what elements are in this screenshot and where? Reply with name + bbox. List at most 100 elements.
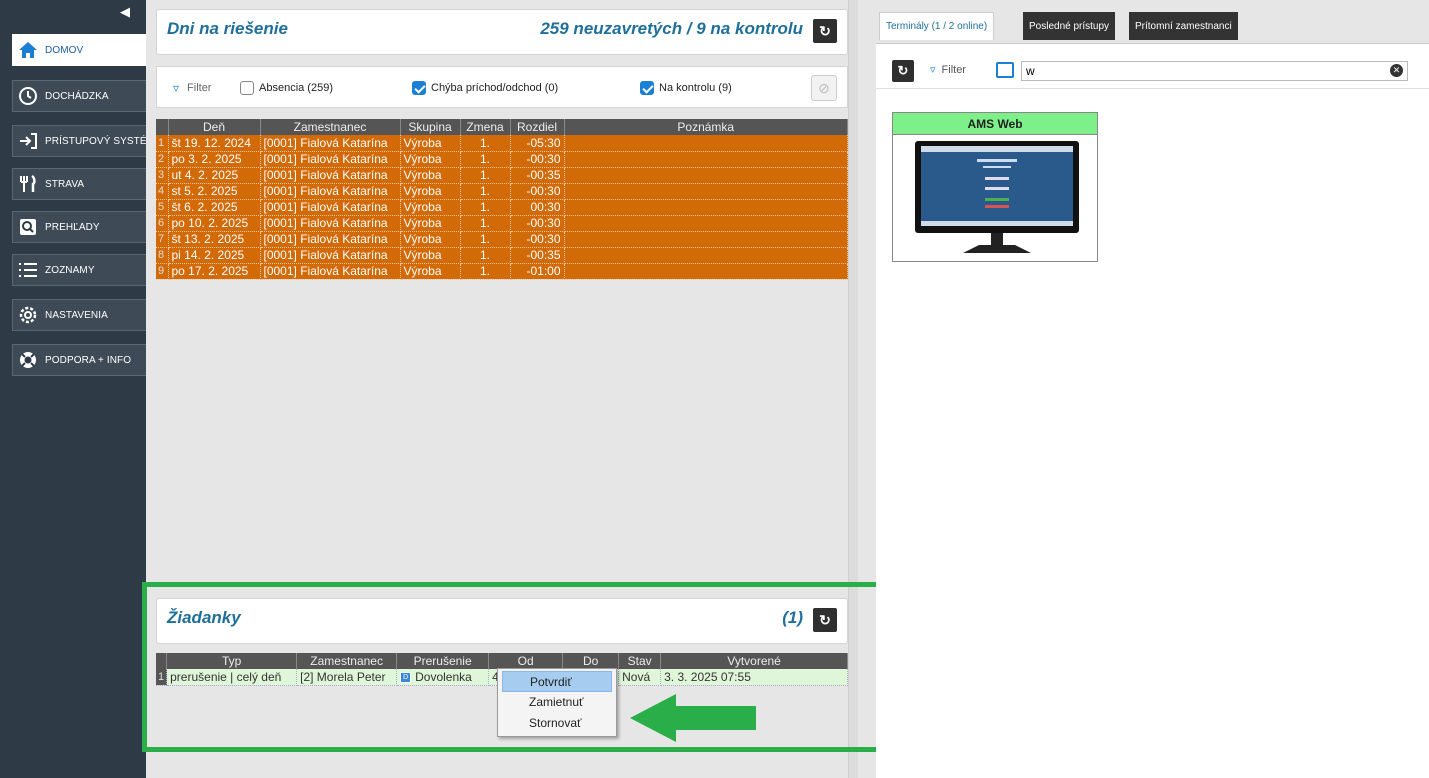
gear-icon bbox=[17, 304, 39, 326]
cell-zmena: 1. bbox=[460, 135, 511, 152]
row-number: 5 bbox=[156, 199, 169, 216]
terminal-title: AMS Web bbox=[893, 113, 1097, 135]
search-input[interactable] bbox=[1021, 61, 1408, 81]
sidebar-item-domov[interactable]: DOMOV bbox=[12, 34, 146, 66]
cell-poznamka bbox=[564, 135, 848, 152]
cell-skupina: Výroba bbox=[400, 215, 461, 232]
sidebar-item-label: STRAVA bbox=[45, 178, 85, 190]
na-kontrolu-checkbox[interactable] bbox=[640, 81, 654, 95]
column-header[interactable]: Zmena bbox=[460, 119, 511, 135]
row-number: 4 bbox=[156, 183, 169, 200]
table-row[interactable]: 3 ut 4. 2. 2025 [0001] Fialová Katarína Výr… bbox=[156, 167, 848, 184]
days-panel-header: Dni na riešenie 259 neuzavretých / 9 na … bbox=[156, 9, 848, 55]
tab-posledne-pristupy[interactable]: Posledné prístupy bbox=[1023, 12, 1116, 40]
refresh-button[interactable]: ↻ bbox=[813, 19, 837, 43]
cell-rozdiel: -00:30 bbox=[510, 215, 565, 232]
tab-pritomni-zamestnanci[interactable]: Prítomní zamestnanci bbox=[1129, 12, 1238, 40]
filter-chyba[interactable]: Chýba príchod/odchod (0) bbox=[412, 81, 558, 95]
refresh-button[interactable]: ↻ bbox=[892, 60, 914, 82]
sidebar-item-label: NASTAVENIA bbox=[45, 309, 108, 321]
row-number: 2 bbox=[156, 151, 169, 168]
cell-zmena: 1. bbox=[460, 199, 511, 216]
divider bbox=[876, 88, 1429, 89]
collapse-sidebar-icon[interactable]: ◀ bbox=[120, 4, 130, 20]
column-header[interactable]: Rozdiel bbox=[510, 119, 565, 135]
monitor-icon bbox=[915, 141, 1079, 253]
column-header[interactable]: Deň bbox=[168, 119, 261, 135]
sidebar-item-nastavenia[interactable]: NASTAVENIA bbox=[12, 299, 146, 331]
absencia-checkbox[interactable] bbox=[240, 81, 254, 95]
filter-label: Filter bbox=[941, 63, 966, 76]
cell-zamestnanec: [0001] Fialová Katarína bbox=[260, 199, 401, 216]
filter-icon: ▿ bbox=[173, 81, 180, 95]
cell-zmena: 1. bbox=[460, 247, 511, 264]
table-row[interactable]: 8 pi 14. 2. 2025 [0001] Fialová Katarína Vý… bbox=[156, 247, 848, 264]
cell-skupina: Výroba bbox=[400, 183, 461, 200]
chyba-checkbox[interactable] bbox=[412, 81, 426, 95]
cell-den: št 19. 12. 2024 bbox=[168, 135, 261, 152]
clear-filter-button[interactable]: ⊘ bbox=[811, 75, 837, 101]
cutlery-icon bbox=[17, 173, 39, 195]
filter-absencia-label: Absencia (259) bbox=[259, 82, 333, 94]
filter-toggle[interactable]: ▿ Filter bbox=[173, 81, 211, 95]
context-menu-stornovat[interactable]: Stornovať bbox=[498, 713, 616, 734]
filter-toggle[interactable]: ▿ Filter bbox=[930, 63, 966, 77]
table-row[interactable]: 7 št 13. 2. 2025 [0001] Fialová Katarína Vý… bbox=[156, 231, 848, 248]
list-icon bbox=[17, 259, 39, 281]
column-header[interactable]: Zamestnanec bbox=[260, 119, 401, 135]
cell-zmena: 1. bbox=[460, 151, 511, 168]
cell-poznamka bbox=[564, 199, 848, 216]
cell-skupina: Výroba bbox=[400, 199, 461, 216]
sidebar-item-label: PODPORA + INFO bbox=[45, 354, 132, 366]
table-row[interactable]: 1 št 19. 12. 2024 [0001] Fialová Katarína V… bbox=[156, 135, 848, 152]
cell-zamestnanec: [0001] Fialová Katarína bbox=[260, 215, 401, 232]
terminal-card[interactable]: AMS Web bbox=[892, 112, 1098, 262]
login-arrow-icon bbox=[17, 130, 39, 152]
cell-skupina: Výroba bbox=[400, 151, 461, 168]
row-number: 7 bbox=[156, 231, 169, 248]
table-row[interactable]: 5 št 6. 2. 2025 [0001] Fialová Katarína Výr… bbox=[156, 199, 848, 216]
table-row[interactable]: 9 po 17. 2. 2025 [0001] Fialová Katarína Vý… bbox=[156, 263, 848, 280]
days-filter-bar: ▿ Filter Absencia (259) Chýba príchod/od… bbox=[156, 66, 848, 108]
filter-na-kontrolu[interactable]: Na kontrolu (9) bbox=[640, 81, 732, 95]
cell-zmena: 1. bbox=[460, 183, 511, 200]
cell-poznamka bbox=[564, 263, 848, 280]
sidebar-item-zoznamy[interactable]: ZOZNAMY bbox=[12, 254, 146, 286]
cell-den: st 5. 2. 2025 bbox=[168, 183, 261, 200]
cell-poznamka bbox=[564, 151, 848, 168]
cell-poznamka bbox=[564, 231, 848, 248]
table-row[interactable]: 6 po 10. 2. 2025 [0001] Fialová Katarína Vý… bbox=[156, 215, 848, 232]
home-icon bbox=[17, 39, 39, 61]
sidebar-item-strava[interactable]: STRAVA bbox=[12, 168, 146, 200]
column-header[interactable]: Skupina bbox=[400, 119, 461, 135]
table-row[interactable]: 2 po 3. 2. 2025 [0001] Fialová Katarína Výr… bbox=[156, 151, 848, 168]
clear-search-icon[interactable]: ✕ bbox=[1390, 64, 1403, 77]
table-row[interactable]: 4st 5. 2. 2025 [0001] Fialová Katarína Výr… bbox=[156, 183, 848, 200]
context-menu-potvrdit[interactable]: Potvrdiť bbox=[502, 671, 612, 692]
sidebar-item-prehlady[interactable]: PREHĽADY bbox=[12, 211, 146, 243]
sidebar-item-pristupovy-system[interactable]: PRÍSTUPOVÝ SYSTÉM bbox=[12, 125, 146, 157]
sidebar-item-label: PREHĽADY bbox=[45, 221, 100, 233]
cell-zamestnanec: [0001] Fialová Katarína bbox=[260, 167, 401, 184]
cell-zmena: 1. bbox=[460, 263, 511, 280]
sidebar-item-label: DOCHÁDZKA bbox=[45, 90, 109, 102]
cell-zamestnanec: [0001] Fialová Katarína bbox=[260, 231, 401, 248]
filter-label: Filter bbox=[187, 82, 212, 94]
sidebar-item-podpora-info[interactable]: PODPORA + INFO bbox=[12, 344, 146, 376]
cell-den: št 13. 2. 2025 bbox=[168, 231, 261, 248]
view-toggle[interactable] bbox=[996, 62, 1014, 78]
cell-zamestnanec: [0001] Fialová Katarína bbox=[260, 135, 401, 152]
cell-zmena: 1. bbox=[460, 167, 511, 184]
sidebar-item-label: PRÍSTUPOVÝ SYSTÉM bbox=[45, 135, 146, 147]
sidebar-item-dochadzka[interactable]: DOCHÁDZKA bbox=[12, 80, 146, 112]
tab-terminaly[interactable]: Terminály (1 / 2 online) bbox=[879, 12, 995, 40]
context-menu: Potvrdiť Zamietnuť Stornovať bbox=[497, 668, 617, 737]
cell-rozdiel: -00:35 bbox=[510, 247, 565, 264]
cell-skupina: Výroba bbox=[400, 247, 461, 264]
column-header[interactable]: Poznámka bbox=[564, 119, 848, 135]
filter-absencia[interactable]: Absencia (259) bbox=[240, 81, 333, 95]
sidebar-item-label: DOMOV bbox=[45, 44, 84, 56]
cell-rozdiel: -00:35 bbox=[510, 167, 565, 184]
context-menu-zamietnut[interactable]: Zamietnuť bbox=[498, 692, 616, 713]
search-icon bbox=[17, 216, 39, 238]
